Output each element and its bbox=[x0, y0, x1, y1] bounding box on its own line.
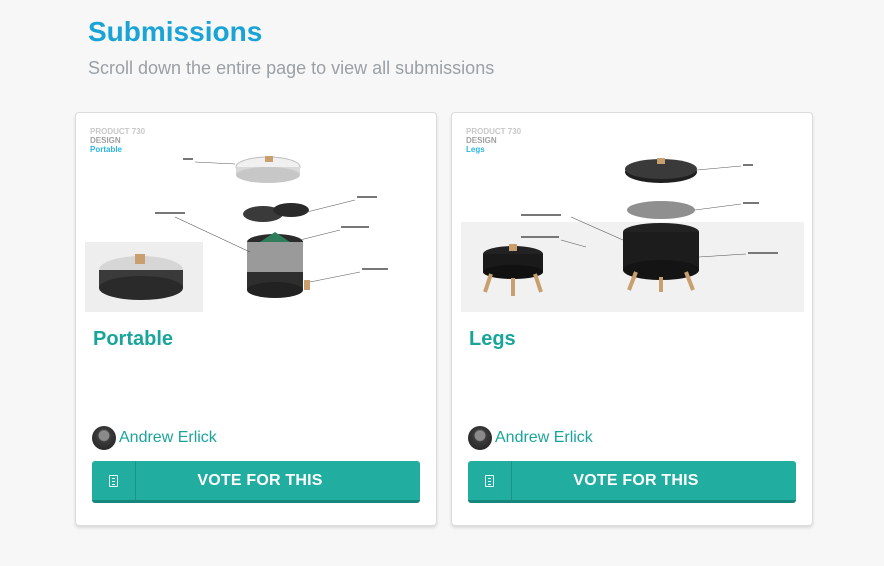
author: Andrew Erlick bbox=[92, 425, 217, 451]
ballot-icon bbox=[109, 474, 118, 487]
author-link[interactable]: Andrew Erlick bbox=[119, 429, 217, 447]
author-link[interactable]: Andrew Erlick bbox=[495, 429, 593, 447]
vote-icon-container bbox=[468, 461, 512, 500]
submission-title[interactable]: Portable bbox=[93, 328, 173, 351]
submission-card-portable: PRODUCT 730 DESIGN Portable Portable And… bbox=[75, 112, 437, 526]
image-caption: PRODUCT 730 DESIGN Portable bbox=[90, 127, 146, 154]
ballot-icon bbox=[485, 474, 494, 487]
image-caption: PRODUCT 730 DESIGN Legs bbox=[466, 127, 522, 154]
page-subtitle: Scroll down the entire page to view all … bbox=[88, 58, 495, 78]
page-title: Submissions bbox=[88, 16, 263, 47]
avatar[interactable] bbox=[92, 426, 116, 450]
vote-button[interactable]: VOTE FOR THIS bbox=[92, 461, 420, 503]
author: Andrew Erlick bbox=[468, 425, 593, 451]
vote-icon-container bbox=[92, 461, 136, 500]
avatar[interactable] bbox=[468, 426, 492, 450]
submission-image[interactable]: PRODUCT 730 DESIGN Portable bbox=[85, 122, 428, 312]
vote-button[interactable]: VOTE FOR THIS bbox=[468, 461, 796, 503]
submission-card-legs: PRODUCT 730 DESIGN Legs Legs Andrew Erli… bbox=[451, 112, 813, 526]
vote-button-label: VOTE FOR THIS bbox=[573, 471, 699, 489]
vote-button-label: VOTE FOR THIS bbox=[197, 471, 323, 489]
submission-title[interactable]: Legs bbox=[469, 328, 516, 351]
submission-image[interactable]: PRODUCT 730 DESIGN Legs bbox=[461, 122, 804, 312]
